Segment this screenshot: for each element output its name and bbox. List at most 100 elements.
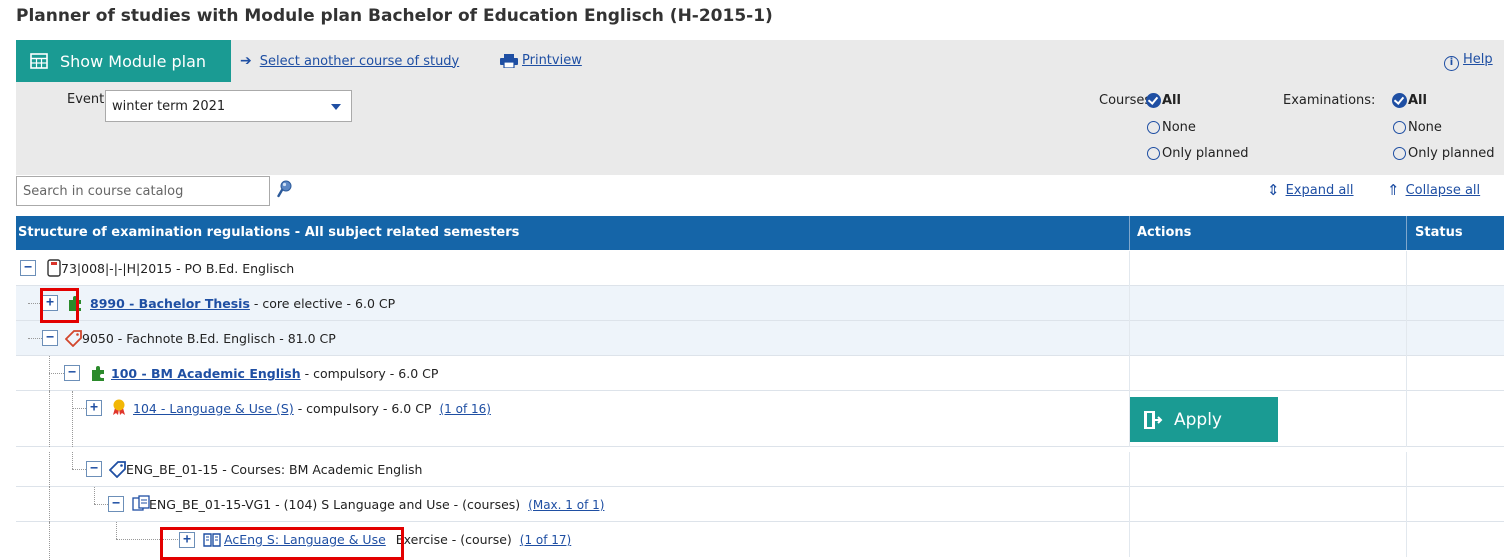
tag-icon: [65, 330, 82, 347]
tree-line: [72, 469, 86, 470]
header-structure: Structure of examination regulations - A…: [18, 225, 520, 240]
header-divider: [1406, 216, 1407, 250]
help-link[interactable]: Help: [1463, 52, 1493, 67]
collapse-toggle-button[interactable]: −: [64, 365, 80, 381]
show-module-plan-button[interactable]: Show Module plan: [16, 40, 231, 82]
radio-icon: [1393, 147, 1406, 160]
sign-in-icon: [1144, 410, 1163, 429]
examinations-option-only-planned[interactable]: Only planned: [1393, 146, 1504, 161]
table-row: + 8990 - Bachelor Thesis - core elective…: [16, 286, 1504, 321]
radio-checked-icon: [1146, 93, 1161, 108]
collapse-all-icon: ⇑: [1387, 181, 1400, 199]
radio-icon: [1147, 121, 1160, 134]
collapse-all-wrap: ⇑ Collapse all: [1387, 181, 1480, 199]
col-divider: [1129, 452, 1130, 487]
examinations-option-all-label: All: [1408, 93, 1427, 108]
row-label: 104 - Language & Use (S) - compulsory - …: [133, 391, 491, 426]
col-divider: [1406, 452, 1407, 487]
search-icon[interactable]: [277, 180, 293, 198]
table-row: − 9050 - Fachnote B.Ed. Englisch - 81.0 …: [16, 321, 1504, 356]
collapse-toggle-button[interactable]: −: [86, 461, 102, 477]
header-divider: [1129, 216, 1130, 250]
printview-link-wrap: Printview: [500, 53, 582, 68]
header-actions: Actions: [1137, 225, 1192, 240]
table-row: − ENG_BE_01-15-VG1 - (104) S Language an…: [16, 487, 1504, 522]
bachelor-thesis-link[interactable]: 8990 - Bachelor Thesis: [90, 296, 250, 311]
collapse-toggle-button[interactable]: −: [20, 260, 36, 276]
row-suffix: - compulsory - 6.0 CP: [300, 366, 439, 381]
row-label: ENG_BE_01-15 - Courses: BM Academic Engl…: [126, 462, 423, 477]
count-link[interactable]: (1 of 16): [439, 402, 490, 416]
puzzle-icon: [92, 366, 104, 381]
tree-line: [49, 373, 64, 374]
count-link[interactable]: (1 of 17): [520, 533, 571, 547]
tree-line: [49, 391, 50, 447]
tree-line: [72, 408, 86, 409]
chevron-down-icon: [331, 104, 341, 110]
award-icon: [113, 399, 125, 415]
table-header: Structure of examination regulations - A…: [16, 216, 1504, 250]
examinations-option-all[interactable]: All: [1392, 93, 1427, 108]
col-divider: [1129, 487, 1130, 522]
info-icon: i: [1444, 56, 1459, 71]
courses-option-none[interactable]: None: [1147, 120, 1196, 135]
arrow-right-icon: ➔: [240, 53, 252, 69]
row-suffix: - core elective - 6.0 CP: [249, 296, 396, 311]
table-row: − 73|008|-|-|H|2015 - PO B.Ed. Englisch: [16, 251, 1504, 286]
examinations-option-none-label: None: [1408, 120, 1442, 135]
courses-option-all-label: All: [1162, 93, 1181, 108]
tree-line: [94, 504, 108, 505]
highlight-box: [40, 288, 79, 323]
tree-line: [72, 391, 73, 447]
courses-option-all[interactable]: All: [1146, 93, 1181, 108]
help-link-wrap[interactable]: i Help: [1444, 52, 1493, 71]
page-title: Planner of studies with Module plan Bach…: [16, 6, 773, 26]
courses-option-only-planned[interactable]: Only planned: [1147, 146, 1248, 161]
row-code: ENG_BE_01-15-VG1 - (104) S Language and …: [149, 497, 521, 512]
bm-academic-english-link[interactable]: 100 - BM Academic English: [111, 366, 301, 381]
col-divider: [1129, 522, 1130, 557]
table-row: + 104 - Language & Use (S) - compulsory …: [16, 391, 1504, 447]
col-divider: [1129, 321, 1130, 356]
events-selected-value: winter term 2021: [112, 98, 226, 114]
col-divider: [1406, 321, 1407, 356]
collapse-toggle-button[interactable]: −: [108, 496, 124, 512]
tree-line: [49, 522, 50, 560]
col-divider: [1406, 522, 1407, 557]
expand-all-icon: ⇕: [1267, 181, 1280, 199]
examinations-option-none[interactable]: None: [1393, 120, 1442, 135]
count-link[interactable]: (Max. 1 of 1): [528, 498, 604, 512]
printview-link[interactable]: Printview: [522, 53, 582, 68]
select-course-link-wrap: ➔ Select another course of study: [240, 53, 459, 69]
group-icon: [132, 495, 150, 511]
expand-all-wrap: ⇕ Expand all: [1267, 181, 1354, 199]
search-input[interactable]: [16, 176, 270, 206]
apply-button[interactable]: Apply: [1130, 397, 1278, 442]
col-divider: [1406, 286, 1407, 321]
expand-toggle-button[interactable]: +: [86, 400, 102, 416]
radio-icon: [1147, 147, 1160, 160]
row-suffix: - compulsory - 6.0 CP: [293, 401, 432, 416]
collapse-toggle-button[interactable]: −: [42, 330, 58, 346]
radio-icon: [1393, 121, 1406, 134]
tree-line: [28, 338, 42, 339]
col-divider: [1129, 251, 1130, 286]
tag-icon: [109, 461, 126, 478]
row-label: ENG_BE_01-15-VG1 - (104) S Language and …: [149, 487, 604, 522]
col-divider: [1406, 391, 1407, 447]
radio-checked-icon: [1392, 93, 1407, 108]
courses-option-none-label: None: [1162, 120, 1196, 135]
row-label: 9050 - Fachnote B.Ed. Englisch - 81.0 CP: [82, 331, 336, 346]
table-icon: [30, 53, 48, 69]
table-row: − ENG_BE_01-15 - Courses: BM Academic En…: [16, 452, 1504, 487]
select-course-link[interactable]: Select another course of study: [260, 54, 460, 69]
collapse-all-link[interactable]: Collapse all: [1406, 183, 1481, 198]
events-select[interactable]: winter term 2021: [105, 90, 352, 122]
expand-all-link[interactable]: Expand all: [1286, 183, 1354, 198]
tree-line: [94, 487, 95, 504]
col-divider: [1129, 286, 1130, 321]
apply-label: Apply: [1174, 409, 1222, 430]
language-use-link[interactable]: 104 - Language & Use (S): [133, 401, 294, 416]
printer-icon: [500, 53, 518, 68]
tree-line: [49, 487, 50, 522]
